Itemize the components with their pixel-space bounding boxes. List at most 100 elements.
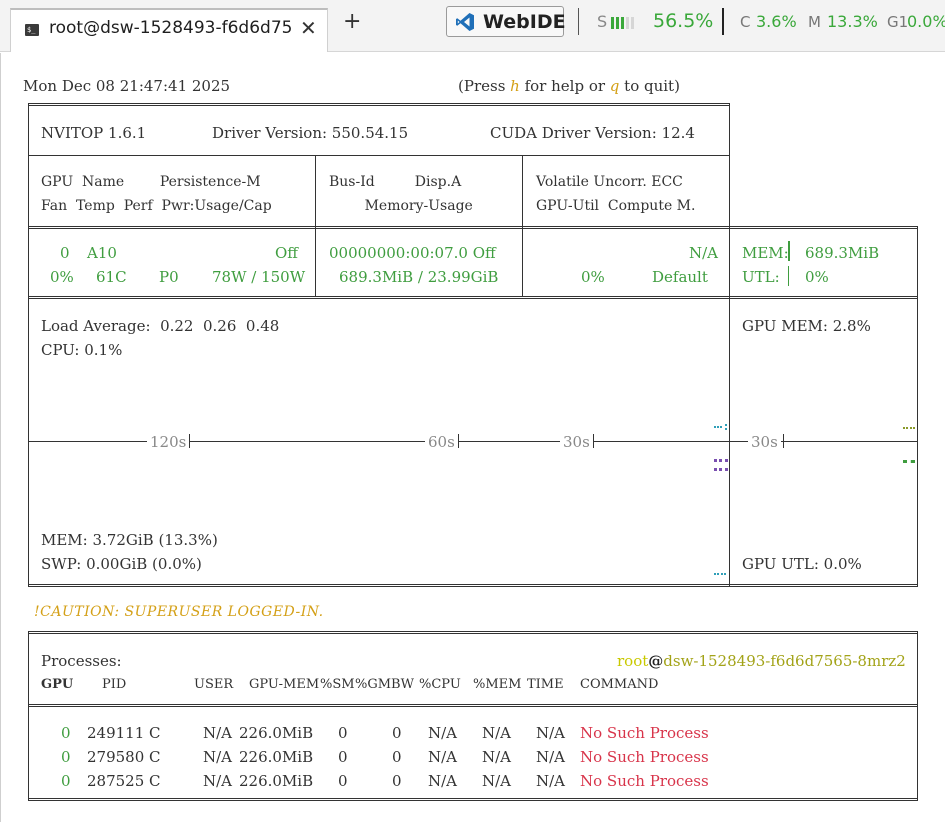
gpu-perf: P0 [159, 268, 179, 286]
process-cpu: N/A [428, 772, 458, 790]
process-sm: 0 [338, 772, 348, 790]
host-panel-bottom-border [28, 584, 918, 587]
cpu-stat-label: C [740, 13, 751, 31]
at-sign: @ [648, 652, 664, 670]
memory-usage: MEM: 3.72GiB (13.3%) [41, 531, 218, 549]
terminal-icon: $_ [25, 24, 39, 36]
webide-button[interactable]: WebIDE [446, 6, 566, 37]
gpu-mem-percent: GPU MEM: 2.8% [742, 317, 871, 335]
webide-label: WebIDE [483, 11, 566, 33]
process-time: N/A [536, 772, 566, 790]
column-header-command: COMMAND [580, 677, 659, 692]
storage-stat-label: S [597, 12, 608, 31]
time-tick [458, 434, 459, 448]
column-header-time: TIME [527, 677, 564, 692]
time-label-30s: 30s [560, 433, 593, 451]
column-header-3b: GPU-Util Compute M. [536, 198, 696, 214]
process-cpu: N/A [428, 748, 458, 766]
process-mem: N/A [482, 748, 512, 766]
processes-title: Processes: [41, 652, 122, 670]
gpu-row-top-border [28, 226, 918, 229]
new-tab-button[interactable]: + [343, 11, 361, 33]
process-gpu: 0 [61, 724, 71, 742]
process-time: N/A [536, 748, 566, 766]
gpu-ecc: N/A [689, 244, 719, 262]
storage-level-bar [631, 17, 634, 29]
close-tab-button[interactable]: ✕ [300, 16, 317, 40]
column-header-gpu: GPU [41, 677, 74, 692]
gpu-util-percent: GPU UTL: 0.0% [742, 555, 862, 573]
process-user: N/A [203, 772, 233, 790]
time-axis [28, 441, 729, 442]
time-tick [189, 434, 190, 448]
process-user: N/A [203, 748, 233, 766]
gpu-utl-trace [903, 460, 915, 463]
gpu-persistence: Off [275, 244, 298, 262]
superuser-caution: !CAUTION: SUPERUSER LOGGED-IN. [34, 604, 324, 620]
process-gmbw: 0 [392, 772, 402, 790]
help-suffix: to quit) [619, 77, 680, 95]
help-prefix: (Press [458, 77, 511, 95]
terminal-screen[interactable]: Mon Dec 08 21:47:41 2025 (Press h for he… [0, 53, 945, 822]
process-user: root [617, 652, 649, 670]
storage-level-bar [616, 17, 619, 29]
column-header-sm: %SM [320, 677, 355, 692]
gpu-utl-bar [788, 266, 789, 286]
gpu-compute-mode: Default [652, 268, 708, 286]
processes-left-border [28, 631, 29, 801]
storage-level-bar [611, 17, 614, 29]
driver-version: Driver Version: 550.54.15 [212, 124, 409, 142]
quit-key: q [609, 77, 620, 95]
process-host: dsw-1528493-f6d6d7565-8mrz2 [663, 652, 906, 670]
gpu-power: 78W / 150W [212, 268, 306, 286]
column-header-user: USER [194, 677, 234, 692]
nvitop-version: NVITOP 1.6.1 [41, 124, 147, 142]
column-header-3: Volatile Uncorr. ECC [536, 174, 683, 190]
gpu-memory-usage: 689.3MiB / 23.99GiB [339, 268, 499, 286]
time-tick [593, 434, 594, 448]
process-time: N/A [536, 724, 566, 742]
gpu-fan: 0% [50, 268, 74, 286]
column-divider [729, 226, 730, 298]
gpu-row-right-border [917, 226, 918, 298]
process-pid: 287525 C [87, 772, 161, 790]
gpu-stat-value: 0.0% [907, 12, 945, 31]
terminal-tab[interactable]: $_ root@dsw-1528493-f6d6d75 ✕ [10, 8, 328, 52]
help-mid: for help or [519, 77, 610, 95]
column-header-cpu: %CPU [419, 677, 461, 692]
column-header-2: Bus-Id Disp.A [329, 174, 462, 190]
gpu-mem-label: MEM: [742, 244, 789, 262]
toolbar-divider [578, 8, 579, 35]
swap-usage: SWP: 0.00GiB (0.0%) [41, 555, 202, 573]
column-header-1b: Fan Temp Perf Pwr:Usage/Cap [41, 198, 272, 214]
gpu-utl-value: 0% [805, 268, 829, 286]
gpu-name: A10 [87, 244, 117, 262]
gpu-bus-id: 00000000:00:07.0 Off [329, 244, 496, 262]
process-gpu: 0 [61, 748, 71, 766]
storage-stat-value: 56.5% [653, 10, 714, 32]
gpu-utl-label: UTL: [742, 268, 780, 286]
help-hint: (Press h for help or q to quit) [458, 77, 680, 95]
process-mem: N/A [482, 724, 512, 742]
memory-stat-value: 13.3% [827, 12, 878, 31]
process-pid: 249111 C [87, 724, 161, 742]
process-sm: 0 [338, 724, 348, 742]
vscode-icon [456, 13, 474, 31]
process-command: No Such Process [580, 772, 709, 790]
process-user: N/A [203, 724, 233, 742]
column-header-gpu-mem: GPU-MEM [249, 677, 320, 692]
cpu-trace-mark [714, 426, 722, 428]
process-header-divider [28, 704, 918, 707]
column-header-mem: %MEM [473, 677, 522, 692]
gpu-temp: 61C [96, 268, 127, 286]
help-key: h [510, 77, 520, 95]
time-tick [783, 434, 784, 448]
process-pid: 279580 C [87, 748, 161, 766]
process-sm: 0 [338, 748, 348, 766]
swap-trace-mark [714, 573, 726, 575]
load-average: Load Average: 0.22 0.26 0.48 [41, 317, 280, 335]
tab-title: root@dsw-1528493-f6d6d75 [49, 18, 293, 38]
gpu-stat-label: G1 [887, 13, 909, 31]
process-cpu: N/A [428, 724, 458, 742]
datetime: Mon Dec 08 21:47:41 2025 [23, 77, 231, 95]
